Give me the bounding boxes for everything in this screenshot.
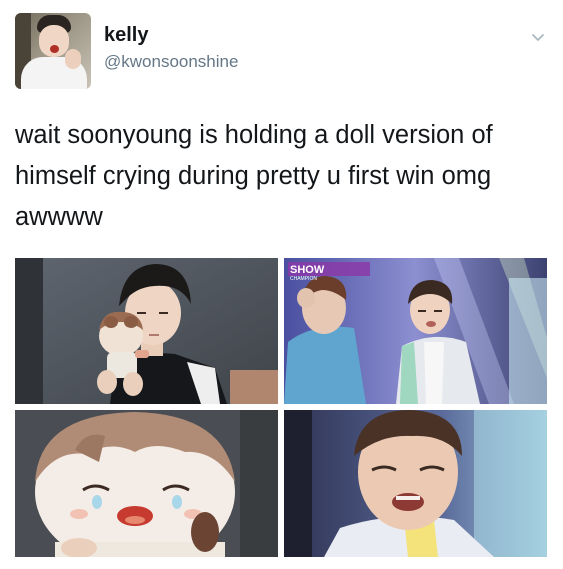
photo-2-image: SHOW CHAMPION: [284, 258, 547, 404]
user-handle[interactable]: @kwonsoonshine: [104, 52, 238, 72]
photo-1[interactable]: [15, 258, 278, 404]
photo-4[interactable]: [284, 410, 547, 557]
photo-3-image: [15, 410, 278, 557]
photo-4-image: [284, 410, 547, 557]
photo-2[interactable]: SHOW CHAMPION: [284, 258, 547, 404]
photo-1-image: [15, 258, 278, 404]
show-champion-logo-sub: CHAMPION: [290, 276, 317, 282]
chevron-down-icon[interactable]: [531, 31, 545, 45]
avatar[interactable]: [15, 13, 91, 89]
display-name[interactable]: kelly: [104, 24, 148, 47]
avatar-hand: [65, 49, 81, 69]
avatar-mouth: [50, 45, 59, 53]
media-grid: SHOW CHAMPION: [15, 258, 547, 557]
show-champion-logo: SHOW: [290, 264, 325, 276]
photo-3[interactable]: [15, 410, 278, 557]
tweet-text: wait soonyoung is holding a doll version…: [15, 121, 493, 231]
